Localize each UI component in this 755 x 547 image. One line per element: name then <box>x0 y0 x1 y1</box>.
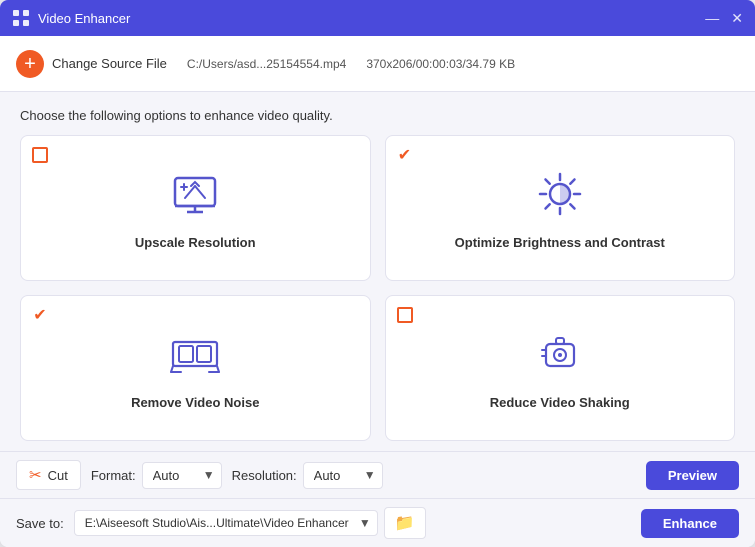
resolution-label: Resolution: <box>232 468 297 483</box>
resolution-group: Resolution: Auto 360p 480p 720p 1080p ▼ <box>232 462 383 489</box>
save-to-label: Save to: <box>16 516 64 531</box>
bottom-bar: ✂ Cut Format: Auto MP4 AVI MKV MOV ▼ Res… <box>0 451 755 498</box>
browse-folder-button[interactable]: 📁 <box>384 507 426 539</box>
main-content: Choose the following options to enhance … <box>0 92 755 451</box>
plus-icon: + <box>16 50 44 78</box>
title-bar: Video Enhancer — ✕ <box>0 0 755 36</box>
window-controls: — ✕ <box>705 10 743 27</box>
cut-button[interactable]: ✂ Cut <box>16 460 81 490</box>
change-source-button[interactable]: + Change Source File <box>16 50 167 78</box>
checked-icon: ✔ <box>33 305 46 325</box>
resolution-select[interactable]: Auto 360p 480p 720p 1080p <box>303 462 383 489</box>
shaking-label: Reduce Video Shaking <box>490 395 630 410</box>
option-noise[interactable]: ✔ Remove Video Noise <box>20 295 371 441</box>
format-group: Format: Auto MP4 AVI MKV MOV ▼ <box>91 462 222 489</box>
folder-icon: 📁 <box>395 515 415 532</box>
enhance-button[interactable]: Enhance <box>641 509 739 538</box>
save-bar: Save to: E:\Aiseesoft Studio\Ais...Ultim… <box>0 498 755 547</box>
shaking-icon <box>534 328 586 385</box>
format-select-wrapper: Auto MP4 AVI MKV MOV ▼ <box>142 462 222 489</box>
preview-button[interactable]: Preview <box>646 461 739 490</box>
option-upscale[interactable]: Upscale Resolution <box>20 135 371 281</box>
option-shaking[interactable]: Reduce Video Shaking <box>385 295 736 441</box>
instructions-text: Choose the following options to enhance … <box>20 108 735 123</box>
app-icon <box>12 9 30 27</box>
upscale-icon <box>169 168 221 225</box>
save-path-wrapper: E:\Aiseesoft Studio\Ais...Ultimate\Video… <box>74 507 426 539</box>
file-meta: 370x206/00:00:03/34.79 KB <box>366 57 515 71</box>
app-window: Video Enhancer — ✕ + Change Source File … <box>0 0 755 547</box>
toolbar: + Change Source File C:/Users/asd...2515… <box>0 36 755 92</box>
options-grid: Upscale Resolution ✔ <box>20 135 735 441</box>
noise-checkbox[interactable]: ✔ <box>31 306 49 324</box>
shaking-checkbox[interactable] <box>396 306 414 324</box>
cut-icon: ✂ <box>29 466 42 484</box>
file-path: C:/Users/asd...25154554.mp4 <box>187 57 346 71</box>
resolution-select-wrapper: Auto 360p 480p 720p 1080p ▼ <box>303 462 383 489</box>
window-title: Video Enhancer <box>38 11 705 26</box>
save-path-select[interactable]: E:\Aiseesoft Studio\Ais...Ultimate\Video… <box>74 510 378 536</box>
format-select[interactable]: Auto MP4 AVI MKV MOV <box>142 462 222 489</box>
change-source-label: Change Source File <box>52 56 167 71</box>
brightness-checkbox[interactable]: ✔ <box>396 146 414 164</box>
format-label: Format: <box>91 468 136 483</box>
cut-label: Cut <box>48 468 68 483</box>
noise-label: Remove Video Noise <box>131 395 259 410</box>
close-button[interactable]: ✕ <box>731 10 743 27</box>
noise-icon <box>169 328 221 385</box>
option-brightness[interactable]: ✔ Optimize Br <box>385 135 736 281</box>
upscale-checkbox[interactable] <box>31 146 49 164</box>
save-path-select-wrapper: E:\Aiseesoft Studio\Ais...Ultimate\Video… <box>74 510 378 536</box>
checked-icon: ✔ <box>398 145 411 165</box>
minimize-button[interactable]: — <box>705 10 719 27</box>
upscale-label: Upscale Resolution <box>135 235 256 250</box>
brightness-label: Optimize Brightness and Contrast <box>455 235 665 250</box>
brightness-icon <box>534 168 586 225</box>
